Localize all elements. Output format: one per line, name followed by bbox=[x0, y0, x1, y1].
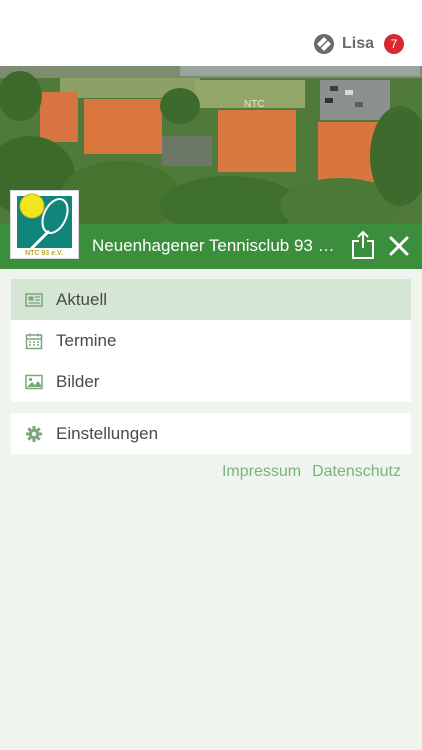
impressum-link[interactable]: Impressum bbox=[222, 463, 301, 481]
main-menu: Aktuell Termine Bilder bbox=[11, 279, 411, 402]
image-icon bbox=[25, 374, 43, 389]
gear-icon bbox=[26, 425, 42, 442]
club-logo-text: NTC 93 e.V. bbox=[25, 250, 63, 257]
menu-item-aktuell[interactable]: Aktuell bbox=[11, 279, 411, 320]
menu-label: Einstellungen bbox=[56, 423, 159, 443]
menu-label: Aktuell bbox=[56, 289, 108, 309]
share-icon[interactable] bbox=[350, 230, 376, 260]
club-logo: NTC 93 e.V. bbox=[10, 190, 79, 259]
menu-item-termine[interactable]: Termine bbox=[11, 320, 411, 361]
menu-item-einstellungen[interactable]: Einstellungen bbox=[11, 413, 411, 454]
menu-label: Termine bbox=[56, 330, 117, 350]
datenschutz-link[interactable]: Datenschutz bbox=[312, 463, 401, 481]
photo-court-text: NTC bbox=[244, 99, 265, 110]
menu-label: Bilder bbox=[56, 371, 100, 391]
user-menu[interactable]: Lisa 7 bbox=[313, 33, 404, 55]
user-name: Lisa bbox=[341, 35, 374, 52]
settings-menu: Einstellungen bbox=[11, 413, 411, 454]
close-icon[interactable] bbox=[388, 235, 410, 257]
notification-badge[interactable]: 7 bbox=[384, 34, 404, 54]
app-logo-icon bbox=[313, 34, 334, 54]
club-name: Neuenhagener Tennisclub 93 e.V. bbox=[92, 236, 342, 255]
menu-item-bilder[interactable]: Bilder bbox=[11, 361, 411, 402]
calendar-icon bbox=[25, 333, 43, 349]
newspaper-icon bbox=[25, 292, 43, 307]
footer-links: Impressum Datenschutz bbox=[222, 463, 401, 481]
top-bar: Lisa 7 bbox=[0, 0, 422, 66]
